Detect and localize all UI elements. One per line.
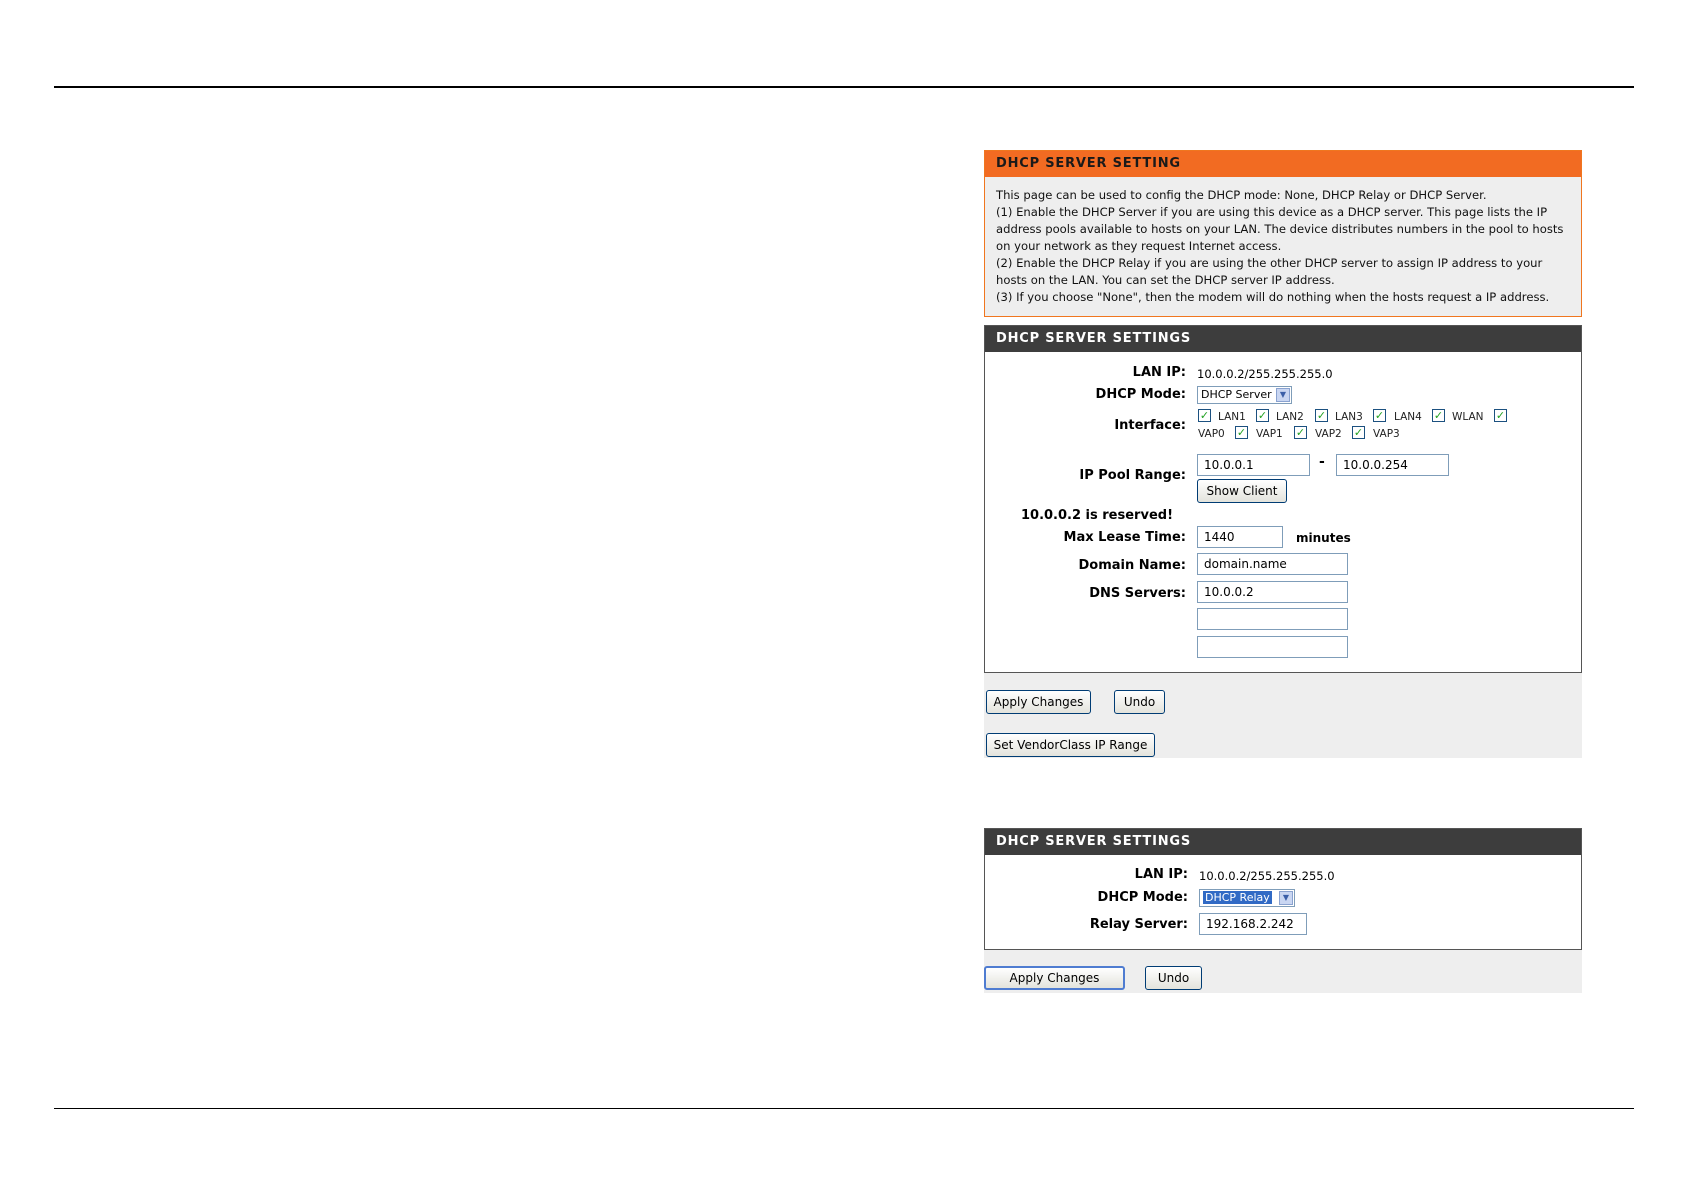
vap3-checkbox[interactable]: ✓: [1352, 426, 1365, 439]
lan2-checkbox[interactable]: ✓: [1256, 409, 1269, 422]
vap2-checkbox[interactable]: ✓: [1294, 426, 1307, 439]
relay-lan-ip-value: 10.0.0.2/255.255.255.0: [1199, 869, 1335, 883]
apply-changes-button[interactable]: Apply Changes: [986, 690, 1091, 714]
lan1-label: LAN1: [1218, 411, 1246, 423]
info-line: on your network as they request Internet…: [996, 239, 1282, 253]
server-panel-title: DHCP SERVER SETTINGS: [985, 326, 1581, 352]
info-line: address pools available to hosts on your…: [996, 222, 1564, 236]
lan4-checkbox[interactable]: ✓: [1373, 409, 1386, 422]
dns-server-3-input[interactable]: [1197, 636, 1348, 658]
relay-panel-title: DHCP SERVER SETTINGS: [985, 829, 1581, 855]
relay-dhcp-mode-value: DHCP Relay: [1203, 891, 1272, 904]
relay-undo-button[interactable]: Undo: [1145, 966, 1202, 990]
vap1-label: VAP1: [1256, 428, 1283, 440]
ip-pool-label: IP Pool Range:: [1079, 468, 1186, 483]
bottom-divider: [54, 1108, 1634, 1109]
domain-name-label: Domain Name:: [1078, 558, 1187, 573]
relay-server-input[interactable]: 192.168.2.242: [1199, 913, 1307, 935]
dhcp-mode-value: DHCP Server: [1201, 388, 1272, 401]
dns-server-1-input[interactable]: 10.0.0.2: [1197, 581, 1348, 603]
relay-dhcp-mode-select[interactable]: DHCP Relay ▼: [1199, 889, 1295, 907]
lan-ip-label: LAN IP:: [1132, 365, 1186, 380]
wlan-checkbox[interactable]: ✓: [1432, 409, 1445, 422]
info-line: This page can be used to config the DHCP…: [996, 188, 1487, 202]
dhcp-mode-label: DHCP Mode:: [1095, 387, 1186, 402]
relay-apply-changes-button[interactable]: Apply Changes: [984, 966, 1125, 990]
vap0-label: VAP0: [1198, 428, 1225, 440]
lan3-label: LAN3: [1335, 411, 1363, 423]
vap0-checkbox[interactable]: ✓: [1494, 409, 1507, 422]
dns-server-2-input[interactable]: [1197, 608, 1348, 630]
ip-pool-dash: -: [1319, 454, 1325, 470]
chevron-down-icon: ▼: [1276, 388, 1290, 402]
lan4-label: LAN4: [1394, 411, 1422, 423]
info-line: hosts on the LAN. You can set the DHCP s…: [996, 273, 1335, 287]
show-client-button[interactable]: Show Client: [1197, 479, 1287, 503]
set-vendorclass-button[interactable]: Set VendorClass IP Range: [986, 733, 1155, 757]
wlan-label: WLAN: [1452, 411, 1484, 423]
dhcp-info-box: DHCP SERVER SETTING This page can be use…: [984, 150, 1582, 317]
ip-pool-start-input[interactable]: 10.0.0.1: [1197, 454, 1310, 476]
ip-pool-end-input[interactable]: 10.0.0.254: [1336, 454, 1449, 476]
dhcp-mode-select[interactable]: DHCP Server ▼: [1197, 386, 1292, 404]
vap2-label: VAP2: [1315, 428, 1342, 440]
chevron-down-icon: ▼: [1279, 891, 1293, 905]
info-line: (2) Enable the DHCP Relay if you are usi…: [996, 256, 1543, 270]
reserved-note: 10.0.0.2 is reserved!: [1020, 508, 1173, 523]
relay-dhcp-mode-label: DHCP Mode:: [1097, 890, 1188, 905]
info-line: (3) If you choose "None", then the modem…: [996, 290, 1550, 304]
info-line: (1) Enable the DHCP Server if you are us…: [996, 205, 1548, 219]
info-description: This page can be used to config the DHCP…: [985, 177, 1581, 306]
max-lease-label: Max Lease Time:: [1063, 530, 1186, 545]
top-divider: [54, 86, 1634, 88]
vap3-label: VAP3: [1373, 428, 1400, 440]
lan1-checkbox[interactable]: ✓: [1198, 409, 1211, 422]
info-title: DHCP SERVER SETTING: [985, 151, 1581, 177]
vap1-checkbox[interactable]: ✓: [1235, 426, 1248, 439]
max-lease-input[interactable]: 1440: [1197, 526, 1283, 548]
relay-lan-ip-label: LAN IP:: [1134, 867, 1188, 882]
lan2-label: LAN2: [1276, 411, 1304, 423]
minutes-label: minutes: [1296, 531, 1351, 545]
lan3-checkbox[interactable]: ✓: [1315, 409, 1328, 422]
dns-servers-label: DNS Servers:: [1089, 586, 1186, 601]
undo-button[interactable]: Undo: [1114, 690, 1165, 714]
lan-ip-value: 10.0.0.2/255.255.255.0: [1197, 367, 1333, 381]
relay-server-label: Relay Server:: [1089, 917, 1188, 932]
domain-name-input[interactable]: domain.name: [1197, 553, 1348, 575]
interface-label: Interface:: [1114, 418, 1186, 433]
